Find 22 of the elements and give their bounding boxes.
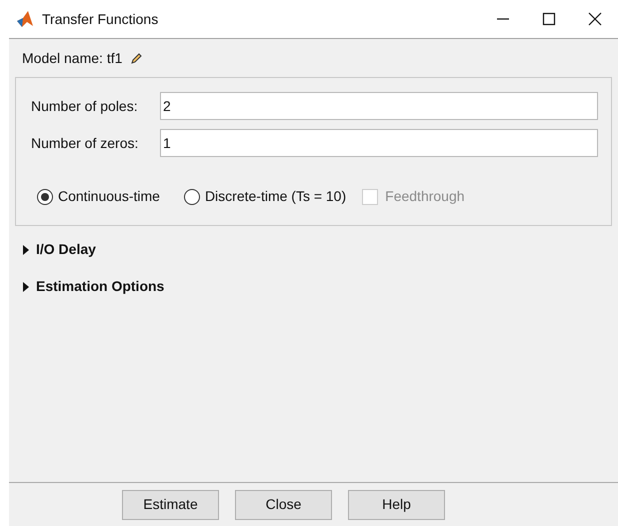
dialog-button[interactable]: Estimate [122, 490, 219, 520]
close-icon [588, 12, 602, 26]
section-toggle[interactable]: I/O Delay [22, 239, 96, 260]
maximize-icon [542, 12, 556, 26]
field-label: Number of poles: [31, 96, 139, 116]
input-field[interactable]: 1 [160, 129, 598, 157]
window-title: Transfer Functions [42, 10, 158, 28]
field-label: Number of zeros: [31, 134, 140, 152]
dialog-button[interactable]: Help [348, 490, 445, 520]
pencil-icon[interactable] [130, 52, 144, 64]
radio-button[interactable] [184, 188, 200, 204]
app-logo-icon [16, 10, 34, 28]
caret-icon [22, 280, 30, 292]
dialog-button[interactable]: Close [235, 490, 332, 520]
model-name-label: Model name: tf1 [22, 48, 122, 68]
radio-label: Discrete-time (Ts = 10) [204, 187, 346, 206]
caret-icon [22, 244, 30, 256]
section-toggle[interactable]: Estimation Options [22, 276, 164, 297]
input-field[interactable]: 2 [160, 92, 598, 120]
radio-button[interactable] [37, 188, 53, 204]
radio-label: Continuous-time [58, 187, 160, 206]
checkbox-label: Feedthrough [385, 187, 465, 206]
